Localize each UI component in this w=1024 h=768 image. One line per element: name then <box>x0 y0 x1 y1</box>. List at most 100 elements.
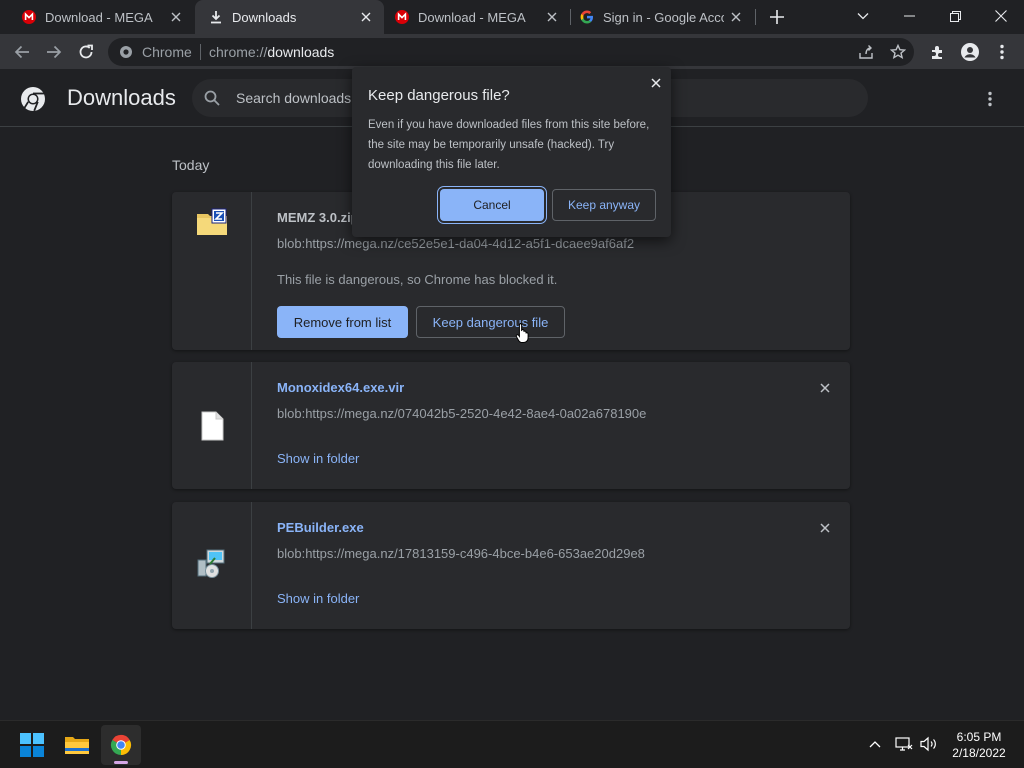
mega-icon <box>22 10 36 24</box>
dialog-close-button[interactable] <box>646 73 666 93</box>
remove-item-button[interactable] <box>815 518 835 538</box>
share-icon <box>859 45 873 59</box>
dialog-title: Keep dangerous file? <box>368 87 510 104</box>
tab-google-sign-in[interactable]: Sign in - Google Accou <box>571 0 754 34</box>
minimize-icon <box>903 15 915 17</box>
puzzle-icon <box>932 46 942 59</box>
show-in-folder-link[interactable]: Show in folder <box>277 451 359 466</box>
page-title: Downloads <box>67 85 176 110</box>
keep-dangerous-file-button[interactable]: Keep dangerous file <box>416 306 565 338</box>
chrome-logo-icon <box>21 87 45 112</box>
show-hidden-icons-button[interactable] <box>864 733 886 755</box>
network-icon <box>895 737 913 751</box>
windows-taskbar: 6:05 PM 2/18/2022 <box>0 720 1024 768</box>
show-in-folder-link[interactable]: Show in folder <box>277 591 359 606</box>
close-tab-icon[interactable] <box>540 5 564 29</box>
star-icon <box>890 44 906 60</box>
chevron-down-icon <box>857 13 869 20</box>
installer-file-icon <box>197 549 225 578</box>
start-button[interactable] <box>12 725 52 765</box>
tab-separator <box>755 9 756 25</box>
restore-icon <box>949 10 961 22</box>
remove-item-button[interactable] <box>815 378 835 398</box>
new-tab-button[interactable] <box>764 5 790 29</box>
file-icon-column <box>172 502 252 629</box>
kebab-menu-icon <box>988 91 992 107</box>
extensions-button[interactable] <box>924 38 952 66</box>
page-scheme-label: Chrome <box>142 44 192 60</box>
kebab-menu-icon <box>1000 44 1004 60</box>
tab-download-mega-2[interactable]: Download - MEGA <box>385 0 570 34</box>
tab-downloads[interactable]: Downloads <box>195 0 384 34</box>
file-explorer-button[interactable] <box>57 725 97 765</box>
volume-button[interactable] <box>918 733 940 755</box>
share-button[interactable] <box>852 38 880 66</box>
reload-button[interactable] <box>72 38 100 66</box>
file-name: MEMZ 3.0.zip <box>277 210 359 225</box>
dialog-cancel-button[interactable]: Cancel <box>440 189 544 221</box>
arrow-left-icon <box>14 45 29 59</box>
tab-download-mega-1[interactable]: Download - MEGA <box>0 0 194 34</box>
chrome-menu-button[interactable] <box>988 38 1016 66</box>
tab-search-button[interactable] <box>840 0 886 32</box>
windows-logo-icon <box>20 733 44 757</box>
plus-icon <box>770 10 784 24</box>
back-button[interactable] <box>8 38 36 66</box>
file-url: blob:https://mega.nz/074042b5-2520-4e42-… <box>277 406 647 421</box>
speaker-icon <box>920 736 936 752</box>
url-prefix: chrome:// <box>209 44 268 60</box>
file-icon-column <box>172 362 252 489</box>
address-bar[interactable]: Chrome chrome://downloads <box>108 38 914 66</box>
forward-button[interactable] <box>40 38 68 66</box>
dialog-body-text: Even if you have downloaded files from t… <box>368 119 650 171</box>
close-icon <box>820 383 830 393</box>
system-clock[interactable]: 6:05 PM 2/18/2022 <box>944 729 1014 761</box>
avatar-icon <box>961 43 979 61</box>
chevron-up-icon <box>869 741 881 748</box>
clock-date: 2/18/2022 <box>952 746 1006 760</box>
zip-file-icon <box>197 208 227 235</box>
close-icon <box>995 10 1007 22</box>
close-tab-icon[interactable] <box>164 5 188 29</box>
arrow-right-icon <box>47 45 62 59</box>
file-icon-column <box>172 192 252 350</box>
omnibox-divider <box>200 44 201 60</box>
clock-time: 6:05 PM <box>956 730 1002 744</box>
downloads-menu-button[interactable] <box>976 85 1004 113</box>
bookmark-button[interactable] <box>884 38 912 66</box>
tab-title: Download - MEGA <box>45 9 153 25</box>
chrome-icon <box>110 734 132 756</box>
remove-from-list-button[interactable]: Remove from list <box>277 306 408 338</box>
tab-title: Downloads <box>232 9 297 25</box>
reload-icon <box>79 44 93 59</box>
close-tab-icon[interactable] <box>354 5 378 29</box>
chrome-taskbar-button[interactable] <box>101 725 141 765</box>
download-item: PEBuilder.exe blob:https://mega.nz/17813… <box>172 502 850 629</box>
restore-button[interactable] <box>932 0 978 32</box>
profile-button[interactable] <box>956 38 984 66</box>
tab-strip: Download - MEGA Downloads Download - MEG… <box>0 0 1024 34</box>
google-icon <box>580 10 594 24</box>
close-window-button[interactable] <box>978 0 1024 32</box>
download-icon <box>209 10 223 24</box>
file-name-link[interactable]: PEBuilder.exe <box>277 520 364 535</box>
file-name-link[interactable]: Monoxidex64.exe.vir <box>277 380 404 395</box>
tab-title: Download - MEGA <box>418 9 526 25</box>
chrome-page-icon <box>120 46 132 58</box>
tab-title: Sign in - Google Accou <box>603 9 724 25</box>
minimize-button[interactable] <box>886 0 932 32</box>
browser-toolbar: Chrome chrome://downloads <box>0 34 1024 70</box>
dialog-keep-anyway-button[interactable]: Keep anyway <box>552 189 656 221</box>
download-item: Monoxidex64.exe.vir blob:https://mega.nz… <box>172 362 850 489</box>
hand-cursor-icon <box>515 323 529 343</box>
network-status-button[interactable] <box>893 733 915 755</box>
generic-file-icon <box>201 411 224 441</box>
folder-icon <box>65 737 89 754</box>
url-text: chrome://downloads <box>209 44 334 60</box>
close-tab-icon[interactable] <box>724 5 748 29</box>
close-icon <box>651 78 661 88</box>
section-date-label: Today <box>172 157 210 173</box>
url-host: downloads <box>267 44 335 60</box>
file-url: blob:https://mega.nz/17813159-c496-4bce-… <box>277 546 645 561</box>
keep-dangerous-file-dialog: Keep dangerous file? Even if you have do… <box>352 67 671 237</box>
